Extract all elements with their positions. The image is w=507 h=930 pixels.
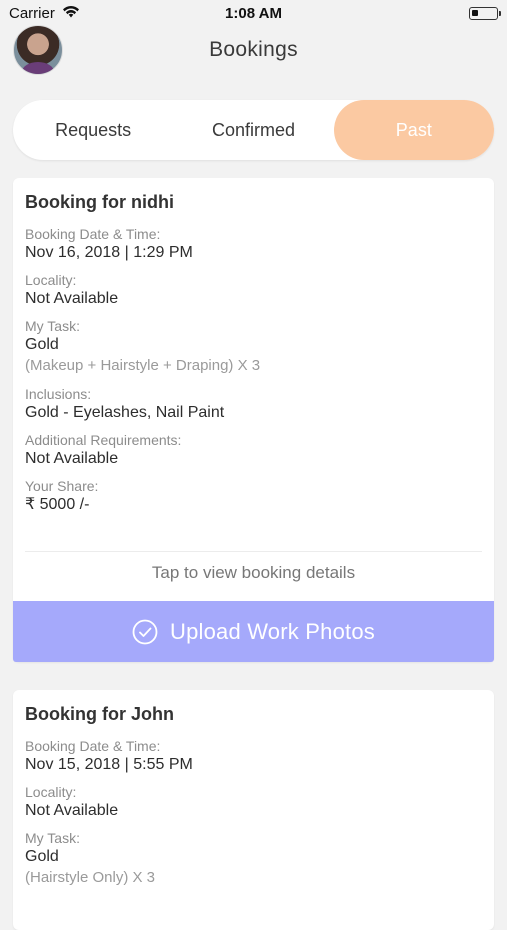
- inclusions-value: Gold - Eyelashes, Nail Paint: [25, 404, 225, 421]
- locality-label: Locality:: [25, 272, 77, 288]
- additional-requirements-label: Additional Requirements:: [25, 432, 182, 448]
- inclusions-label: Inclusions:: [25, 386, 92, 402]
- tab-past[interactable]: Past: [333, 100, 494, 160]
- additional-requirements-value: Not Available: [25, 450, 119, 467]
- booking-title: Booking for John: [25, 704, 174, 724]
- status-bar: Carrier 1:08 AM: [0, 0, 507, 26]
- booking-title: Booking for nidhi: [25, 192, 174, 212]
- divider: [25, 551, 482, 552]
- locality-value: Not Available: [25, 290, 119, 307]
- battery-icon: [469, 7, 501, 20]
- share-value: ₹ 5000 /-: [25, 496, 90, 513]
- booking-date-value: Nov 16, 2018 | 1:29 PM: [25, 244, 193, 261]
- share-label: Your Share:: [25, 478, 99, 494]
- locality-field: Locality: Not Available: [25, 272, 482, 309]
- task-detail: (Hairstyle Only) X 3: [25, 869, 156, 886]
- booking-date-label: Booking Date & Time:: [25, 226, 161, 242]
- view-details-link[interactable]: Tap to view booking details: [13, 563, 494, 583]
- clock: 1:08 AM: [225, 5, 282, 22]
- additional-requirements-field: Additional Requirements: Not Available: [25, 432, 482, 469]
- locality-field: Locality: Not Available: [25, 784, 482, 821]
- task-label: My Task:: [25, 830, 80, 846]
- upload-button-label: Upload Work Photos: [170, 618, 375, 644]
- inclusions-field: Inclusions: Gold - Eyelashes, Nail Paint: [25, 386, 482, 423]
- booking-date-field: Booking Date & Time: Nov 15, 2018 | 5:55…: [25, 738, 482, 775]
- task-label: My Task:: [25, 318, 80, 334]
- booking-card[interactable]: Booking for John Booking Date & Time: No…: [13, 690, 494, 930]
- task-value: Gold: [25, 848, 59, 865]
- upload-work-photos-button[interactable]: Upload Work Photos: [13, 601, 494, 662]
- booking-tabs: Requests Confirmed Past: [13, 100, 494, 160]
- page-title: Bookings: [209, 38, 298, 61]
- task-field: My Task: Gold (Hairstyle Only) X 3: [25, 830, 482, 889]
- task-field: My Task: Gold (Makeup + Hairstyle + Drap…: [25, 318, 482, 377]
- share-field: Your Share: ₹ 5000 /-: [25, 478, 482, 515]
- booking-date-label: Booking Date & Time:: [25, 738, 161, 754]
- locality-value: Not Available: [25, 802, 119, 819]
- locality-label: Locality:: [25, 784, 77, 800]
- header: Bookings: [0, 25, 507, 76]
- booking-date-value: Nov 15, 2018 | 5:55 PM: [25, 756, 193, 773]
- booking-card[interactable]: Booking for nidhi Booking Date & Time: N…: [13, 178, 494, 662]
- tab-confirmed[interactable]: Confirmed: [173, 100, 333, 160]
- task-value: Gold: [25, 336, 59, 353]
- task-detail: (Makeup + Hairstyle + Draping) X 3: [25, 357, 261, 374]
- tab-requests[interactable]: Requests: [13, 100, 173, 160]
- check-circle-icon: [132, 619, 158, 644]
- booking-date-field: Booking Date & Time: Nov 16, 2018 | 1:29…: [25, 226, 482, 263]
